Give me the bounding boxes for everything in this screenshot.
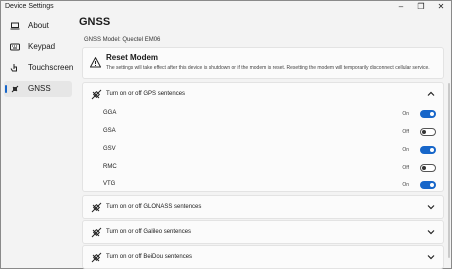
satellite-icon (91, 227, 102, 238)
sentence-row-gga: GGA On (83, 105, 443, 123)
keyboard-icon (10, 43, 20, 51)
sentence-row-gsa: GSA Off (83, 123, 443, 141)
toggle-knob (422, 130, 426, 134)
sentence-label: RMC (103, 164, 117, 170)
warning-icon (90, 57, 101, 68)
gga-toggle[interactable] (420, 110, 436, 118)
gsv-toggle[interactable] (420, 146, 436, 154)
title-bar: Device Settings – ❐ ✕ (1, 1, 451, 13)
main-content: GNSS GNSS Model: Quectel EM06 Reset Mode… (76, 13, 452, 269)
sidebar-item-label: Keypad (28, 42, 56, 51)
chevron-up-icon[interactable] (427, 90, 435, 98)
sentence-row-vtg: VTG On (83, 176, 443, 194)
toggle-knob (430, 112, 434, 116)
rmc-toggle[interactable] (420, 164, 436, 172)
close-button[interactable]: ✕ (433, 1, 449, 13)
glonass-sentences-label: Turn on or off GLONASS sentences (106, 204, 202, 210)
satellite-icon (91, 252, 102, 263)
reset-modem-card[interactable]: Reset Modem The settings will take effec… (82, 47, 444, 79)
reset-modem-description: The settings will take effect after this… (106, 65, 430, 71)
gsa-toggle[interactable] (420, 128, 436, 136)
sidebar-item-touchscreen[interactable]: Touchscreen (4, 60, 74, 76)
toggle-state-text: On (402, 147, 409, 153)
device-settings-window: Device Settings – ❐ ✕ About Keypad Touch… (0, 0, 452, 269)
gnss-icon (11, 85, 19, 93)
toggle-state-text: On (402, 182, 409, 188)
sidebar-item-label: Touchscreen (28, 63, 74, 72)
beidou-sentences-label: Turn on or off BeiDou sentences (106, 254, 193, 260)
glonass-sentences-section[interactable]: Turn on or off GLONASS sentences (82, 195, 444, 219)
chevron-down-icon[interactable] (427, 253, 435, 261)
gps-sentences-section: Turn on or off GPS sentences GGA On GSA … (82, 82, 444, 192)
satellite-icon (91, 89, 102, 100)
chevron-down-icon[interactable] (427, 203, 435, 211)
gps-sentences-header[interactable]: Turn on or off GPS sentences (83, 83, 443, 107)
vtg-toggle[interactable] (420, 181, 436, 189)
gnss-model-label: GNSS Model: Quectel EM06 (84, 37, 161, 43)
reset-modem-title: Reset Modem (106, 53, 159, 62)
maximize-button[interactable]: ❐ (413, 1, 429, 13)
chevron-down-icon[interactable] (427, 228, 435, 236)
satellite-icon (91, 202, 102, 213)
vertical-scrollbar[interactable] (448, 83, 450, 258)
toggle-state-text: On (402, 111, 409, 117)
galileo-sentences-section[interactable]: Turn on or off Galileo sentences (82, 220, 444, 244)
sentence-row-rmc: RMC Off (83, 159, 443, 177)
sidebar-item-gnss[interactable]: GNSS (4, 81, 72, 97)
page-title: GNSS (79, 16, 111, 28)
toggle-state-text: Off (402, 129, 409, 135)
sentence-row-gsv: GSV On (83, 141, 443, 159)
window-title: Device Settings (5, 3, 54, 10)
toggle-state-text: Off (402, 165, 409, 171)
sidebar-item-about[interactable]: About (4, 18, 72, 34)
toggle-knob (430, 183, 434, 187)
sentence-label: GGA (103, 110, 117, 116)
gps-sentences-label: Turn on or off GPS sentences (106, 91, 186, 97)
minimize-button[interactable]: – (393, 1, 409, 13)
toggle-knob (422, 166, 426, 170)
sidebar: About Keypad Touchscreen GNSS (1, 13, 76, 268)
sentence-label: VTG (103, 181, 116, 187)
sidebar-item-keypad[interactable]: Keypad (4, 39, 72, 55)
sentence-label: GSA (103, 128, 116, 134)
galileo-sentences-label: Turn on or off Galileo sentences (106, 229, 192, 235)
touch-hand-icon (10, 64, 17, 72)
beidou-sentences-section[interactable]: Turn on or off BeiDou sentences (82, 245, 444, 269)
toggle-knob (430, 148, 434, 152)
laptop-icon (10, 22, 20, 30)
sidebar-item-label: About (28, 21, 49, 30)
sentence-label: GSV (103, 146, 116, 152)
sidebar-item-label: GNSS (28, 84, 51, 93)
